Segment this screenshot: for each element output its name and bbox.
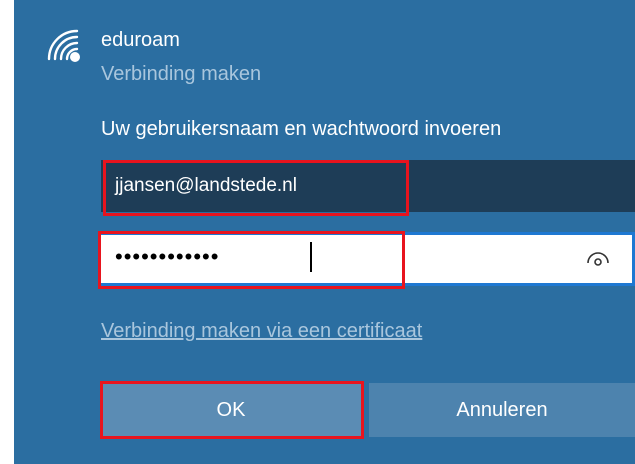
cancel-button[interactable]: Annuleren — [369, 383, 635, 437]
ok-button[interactable]: OK — [101, 383, 361, 437]
network-status: Verbinding maken — [101, 63, 262, 85]
credentials-prompt: Uw gebruikersnaam en wachtwoord invoeren — [101, 118, 502, 140]
password-value: •••••••••••• — [115, 244, 220, 269]
certificate-link[interactable]: Verbinding maken via een certificaat — [101, 320, 422, 343]
username-value: jjansen@landstede.nl — [115, 175, 297, 196]
password-input[interactable]: •••••••••••• — [101, 232, 635, 286]
username-input[interactable]: jjansen@landstede.nl — [101, 160, 635, 212]
text-caret — [310, 242, 312, 272]
wifi-secured-icon — [47, 29, 80, 62]
network-name: eduroam — [101, 29, 180, 51]
eye-icon[interactable] — [586, 250, 610, 266]
